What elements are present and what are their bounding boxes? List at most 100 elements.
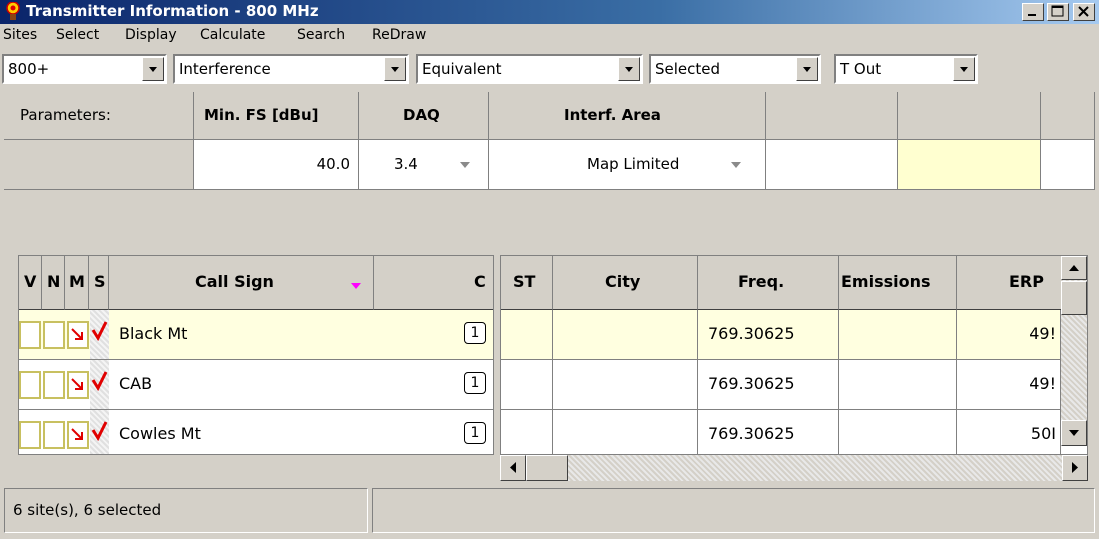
erp-cell: 49! bbox=[957, 360, 1061, 409]
close-icon bbox=[1078, 6, 1089, 17]
app-icon bbox=[6, 2, 20, 20]
menu-redraw[interactable]: ReDraw bbox=[372, 27, 426, 43]
table-row[interactable]: 769.30625 49! bbox=[501, 310, 1061, 360]
analysis-combo[interactable]: Interference bbox=[173, 54, 409, 84]
c-count-cell[interactable]: 1 bbox=[464, 372, 486, 394]
m-toggle[interactable] bbox=[67, 371, 89, 399]
daq-value: 3.4 bbox=[394, 155, 418, 173]
window-title: Transmitter Information - 800 MHz bbox=[26, 2, 319, 20]
mode-combo[interactable]: Equivalent bbox=[416, 54, 643, 84]
col-freq[interactable]: Freq. bbox=[698, 256, 839, 310]
selection-combo[interactable]: Selected bbox=[649, 54, 821, 84]
call-sign-cell: Black Mt bbox=[119, 324, 188, 343]
chevron-down-icon[interactable] bbox=[618, 57, 640, 81]
chevron-down-icon[interactable] bbox=[458, 160, 472, 170]
col-c[interactable]: C bbox=[374, 256, 493, 310]
m-toggle[interactable] bbox=[67, 421, 89, 449]
scroll-down-button[interactable] bbox=[1061, 420, 1087, 446]
n-checkbox[interactable] bbox=[43, 421, 65, 449]
col-call-sign[interactable]: Call Sign bbox=[109, 256, 374, 310]
output-combo[interactable]: T Out bbox=[834, 54, 978, 84]
s-checkmark-cell[interactable] bbox=[90, 410, 109, 454]
emissions-cell bbox=[839, 310, 957, 359]
emissions-cell bbox=[839, 410, 957, 454]
empty-value-3[interactable] bbox=[1041, 140, 1095, 190]
status-panel: 6 site(s), 6 selected bbox=[4, 488, 368, 533]
chevron-down-icon[interactable] bbox=[384, 57, 406, 81]
chevron-down-icon[interactable] bbox=[953, 57, 975, 81]
scroll-right-button[interactable] bbox=[1062, 455, 1088, 481]
details-grid: ST City Freq. Emissions ERP 769.30625 49!… bbox=[500, 255, 1088, 455]
c-count-cell[interactable]: 1 bbox=[464, 322, 486, 344]
col-s[interactable]: S bbox=[89, 256, 109, 310]
menu-calculate[interactable]: Calculate bbox=[200, 27, 265, 43]
interf-area-header: Interf. Area bbox=[564, 106, 661, 124]
m-toggle[interactable] bbox=[67, 321, 89, 349]
min-fs-input[interactable]: 40.0 bbox=[194, 140, 359, 190]
col-emissions[interactable]: Emissions bbox=[839, 256, 957, 310]
daq-select[interactable]: 3.4 bbox=[359, 140, 489, 190]
minimize-button[interactable] bbox=[1022, 3, 1044, 21]
v-checkbox[interactable] bbox=[19, 421, 41, 449]
freq-value: 769.30625 bbox=[708, 424, 795, 443]
chevron-down-icon[interactable] bbox=[142, 57, 164, 81]
sort-desc-icon bbox=[351, 283, 361, 289]
empty-header-3 bbox=[1041, 92, 1095, 140]
menu-select[interactable]: Select bbox=[56, 27, 99, 43]
table-row[interactable]: 769.30625 49! bbox=[501, 360, 1061, 410]
arrow-down-right-icon bbox=[71, 378, 83, 390]
col-m[interactable]: M bbox=[65, 256, 89, 310]
call-sign-cell: Cowles Mt bbox=[119, 424, 201, 443]
interf-area-value: Map Limited bbox=[587, 155, 680, 173]
table-row[interactable]: Black Mt 1 bbox=[19, 310, 493, 360]
empty-value-1[interactable] bbox=[766, 140, 898, 190]
scroll-left-button[interactable] bbox=[500, 455, 526, 481]
st-cell bbox=[501, 310, 553, 359]
col-city[interactable]: City bbox=[553, 256, 698, 310]
maximize-icon bbox=[1051, 5, 1064, 17]
selection-combo-value: Selected bbox=[655, 60, 721, 78]
mode-combo-value: Equivalent bbox=[422, 60, 502, 78]
freq-cell: 769.30625 bbox=[698, 310, 839, 359]
table-row[interactable]: 769.30625 50I bbox=[501, 410, 1061, 454]
horizontal-scroll-thumb[interactable] bbox=[526, 455, 568, 481]
output-combo-value: T Out bbox=[840, 60, 882, 78]
freq-value: 769.30625 bbox=[708, 324, 795, 343]
scroll-up-icon bbox=[1069, 265, 1079, 271]
col-n[interactable]: N bbox=[42, 256, 65, 310]
daq-header: DAQ bbox=[403, 106, 440, 124]
c-count-cell[interactable]: 1 bbox=[464, 422, 486, 444]
table-row[interactable]: Cowles Mt 1 bbox=[19, 410, 493, 454]
interf-area-select[interactable]: Map Limited bbox=[489, 140, 766, 190]
scroll-thumb[interactable] bbox=[1061, 281, 1087, 315]
scroll-up-button[interactable] bbox=[1061, 256, 1087, 280]
menu-search[interactable]: Search bbox=[297, 27, 345, 43]
menu-display[interactable]: Display bbox=[125, 27, 177, 43]
erp-value: 49! bbox=[1029, 324, 1056, 343]
v-checkbox[interactable] bbox=[19, 321, 41, 349]
n-checkbox[interactable] bbox=[43, 321, 65, 349]
table-row[interactable]: CAB 1 bbox=[19, 360, 493, 410]
arrow-down-right-icon bbox=[71, 428, 83, 440]
menu-sites[interactable]: Sites bbox=[3, 27, 37, 43]
arrow-down-right-icon bbox=[71, 328, 83, 340]
v-checkbox[interactable] bbox=[19, 371, 41, 399]
chevron-down-icon[interactable] bbox=[796, 57, 818, 81]
s-checkmark-cell[interactable] bbox=[90, 310, 109, 359]
col-v[interactable]: V bbox=[19, 256, 42, 310]
city-cell bbox=[553, 310, 698, 359]
title-bar[interactable]: Transmitter Information - 800 MHz bbox=[0, 0, 1099, 24]
n-checkbox[interactable] bbox=[43, 371, 65, 399]
sites-grid: V N M S Call Sign C Black Mt 1 CAB 1 Cowles … bbox=[18, 255, 494, 455]
s-checkmark-cell[interactable] bbox=[90, 360, 109, 409]
analysis-combo-value: Interference bbox=[179, 60, 271, 78]
chevron-down-icon[interactable] bbox=[729, 160, 743, 170]
close-button[interactable] bbox=[1073, 3, 1095, 21]
horizontal-scrollbar-track[interactable] bbox=[500, 455, 1088, 481]
empty-value-2[interactable] bbox=[898, 140, 1041, 190]
checkmark-icon bbox=[91, 371, 108, 392]
band-combo[interactable]: 800+ bbox=[2, 54, 167, 84]
st-cell bbox=[501, 410, 553, 454]
col-st[interactable]: ST bbox=[501, 256, 553, 310]
maximize-button[interactable] bbox=[1047, 3, 1069, 21]
